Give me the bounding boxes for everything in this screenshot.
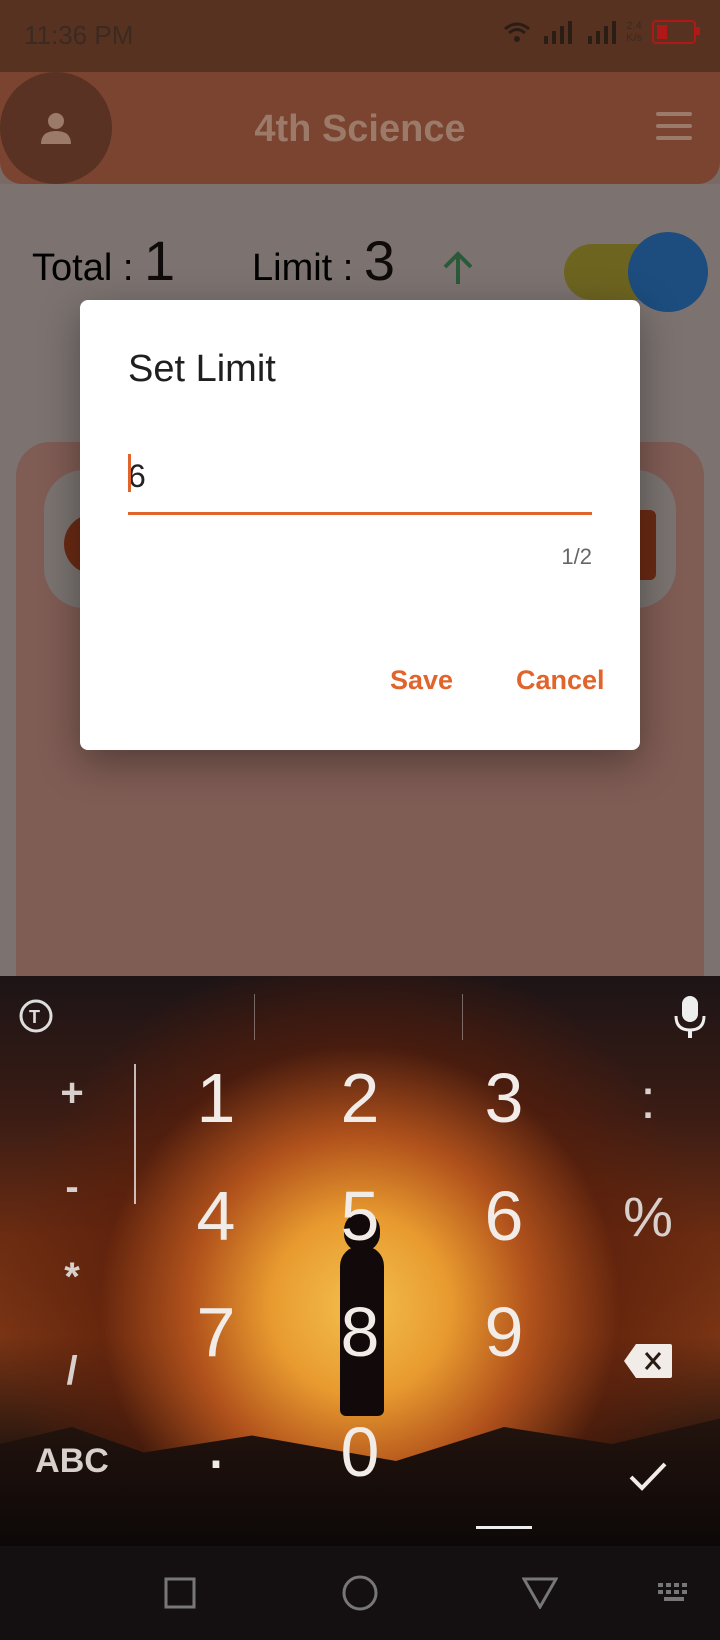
key-2[interactable]: 2: [300, 1048, 420, 1148]
triangle-down-icon: [522, 1577, 558, 1609]
translate-icon[interactable]: T: [16, 996, 56, 1036]
arrow-up-icon[interactable]: [440, 250, 476, 286]
key-divide[interactable]: /: [22, 1326, 122, 1416]
status-icons: 2.4 K/s: [502, 20, 700, 44]
key-multiply[interactable]: *: [22, 1232, 122, 1322]
numeric-keyboard: T + - * / ABC 1 2 3 4 5 6 7 8 9 . 0 : %: [0, 976, 720, 1546]
signal-icon-2: [588, 21, 617, 44]
limit-stat: Limit : 3: [252, 228, 395, 293]
battery-icon: [652, 20, 700, 44]
status-bar: 11:36 PM 2.4 K/s: [0, 0, 720, 72]
toolbar-divider: [254, 994, 255, 1040]
dialog-title: Set Limit: [128, 348, 276, 390]
network-speed-value: 2.4: [626, 20, 642, 32]
space-key[interactable]: [476, 1526, 532, 1529]
back-button[interactable]: [510, 1568, 570, 1618]
char-counter: 1/2: [561, 544, 592, 569]
menu-icon[interactable]: [656, 112, 692, 148]
total-label: Total :: [32, 247, 144, 289]
square-icon: [164, 1577, 196, 1609]
key-abc[interactable]: ABC: [22, 1416, 122, 1506]
key-5[interactable]: 5: [300, 1166, 420, 1266]
app-bar: 4th Science: [0, 72, 720, 184]
key-7[interactable]: 7: [156, 1282, 276, 1382]
keyboard-divider: [134, 1064, 136, 1204]
keyboard-icon: [658, 1583, 687, 1601]
key-dot[interactable]: .: [156, 1394, 276, 1494]
key-minus[interactable]: -: [22, 1142, 122, 1232]
keyboard-toolbar: T: [0, 976, 720, 1056]
status-time: 11:36 PM: [24, 20, 134, 50]
save-button[interactable]: Save: [384, 664, 459, 697]
home-button[interactable]: [330, 1568, 390, 1618]
key-1[interactable]: 1: [156, 1048, 276, 1148]
backspace-icon[interactable]: [622, 1342, 674, 1380]
svg-text:T: T: [29, 1007, 40, 1027]
keyboard-switch-button[interactable]: [644, 1568, 704, 1618]
cancel-button[interactable]: Cancel: [510, 664, 611, 697]
limit-value: 3: [363, 229, 396, 292]
key-6[interactable]: 6: [444, 1166, 564, 1266]
key-3[interactable]: 3: [444, 1048, 564, 1148]
total-value: 1: [143, 229, 176, 292]
key-4[interactable]: 4: [156, 1166, 276, 1266]
recent-apps-button[interactable]: [150, 1568, 210, 1618]
limit-field[interactable]: [128, 440, 592, 515]
toggle-knob[interactable]: [628, 232, 708, 312]
wifi-icon: [504, 22, 531, 42]
key-0[interactable]: 0: [300, 1402, 420, 1502]
network-speed-unit: K/s: [626, 32, 642, 44]
navigation-bar: [0, 1546, 720, 1640]
set-limit-dialog: Set Limit 1/2 Save Cancel: [80, 300, 640, 750]
limit-label: Limit :: [252, 247, 364, 289]
circle-icon: [342, 1575, 378, 1611]
key-8[interactable]: 8: [300, 1282, 420, 1382]
signal-icon: [544, 21, 573, 44]
done-check-icon[interactable]: [628, 1460, 668, 1492]
key-colon[interactable]: :: [598, 1048, 698, 1148]
key-percent[interactable]: %: [598, 1166, 698, 1266]
limit-input[interactable]: [128, 458, 592, 495]
total-stat: Total : 1: [32, 228, 175, 293]
key-9[interactable]: 9: [444, 1282, 564, 1382]
network-speed: 2.4 K/s: [626, 20, 642, 44]
page-title: 4th Science: [254, 108, 466, 150]
key-plus[interactable]: +: [22, 1048, 122, 1138]
toolbar-divider-2: [462, 994, 463, 1040]
microphone-icon[interactable]: [672, 994, 708, 1040]
text-cursor: [128, 454, 131, 492]
